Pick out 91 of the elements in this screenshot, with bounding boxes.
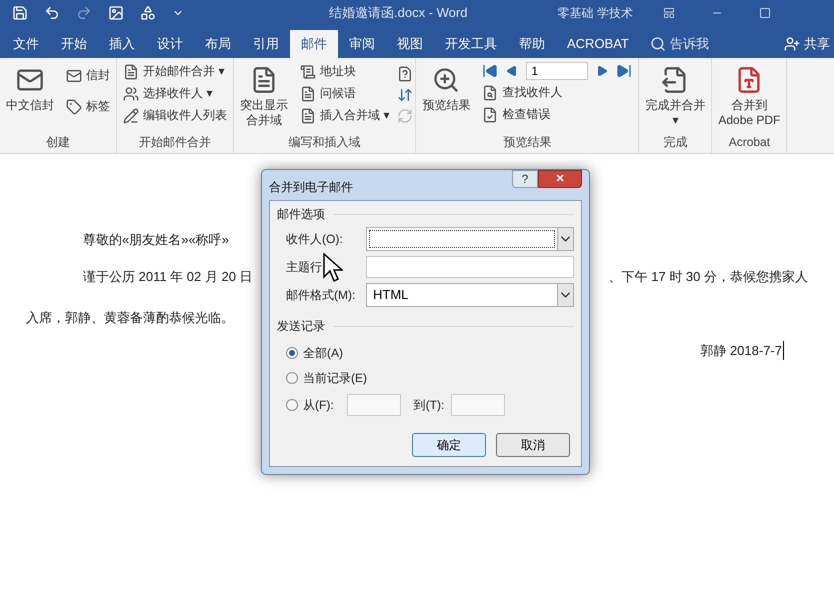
previous-record-icon[interactable] xyxy=(506,65,518,77)
ribbon-tab[interactable]: 布局 xyxy=(194,30,242,58)
ribbon-button[interactable]: 问候语 xyxy=(296,84,394,103)
next-record-icon[interactable] xyxy=(596,65,608,77)
ribbon-button[interactable]: 查找收件人 xyxy=(478,83,636,102)
ribbon-button[interactable]: 信封 xyxy=(62,66,114,85)
document-text: 谨于公历 2011 年 02 月 20 日 xyxy=(83,268,253,286)
field-label: 收件人(O): xyxy=(286,232,343,246)
ribbon-button[interactable]: 检查错误 xyxy=(478,105,636,124)
magnifier-icon xyxy=(432,66,460,94)
radio-button[interactable] xyxy=(286,399,298,411)
first-record-icon[interactable] xyxy=(482,63,498,79)
input-field[interactable] xyxy=(451,394,506,416)
envelope-icon xyxy=(66,68,82,84)
save-icon[interactable] xyxy=(12,5,28,21)
field-label: 邮件格式(M): xyxy=(286,288,356,302)
dropdown-field[interactable] xyxy=(366,227,574,251)
group-label: 编写和插入域 xyxy=(288,134,362,151)
check-document-icon xyxy=(482,106,498,122)
ribbon-button[interactable]: 预览结果 xyxy=(418,62,474,113)
radio-button[interactable] xyxy=(286,372,298,384)
document-text: 郭静 2018-7-7 xyxy=(700,340,784,360)
group-label: 开始邮件合并 xyxy=(138,134,212,151)
ribbon-button[interactable]: 开始邮件合并 ▾ xyxy=(119,62,231,81)
search-icon xyxy=(650,36,666,52)
mouse-pointer-icon xyxy=(323,253,343,283)
radio-label: 全部(A) xyxy=(303,345,343,362)
dialog-title: 合并到电子邮件 xyxy=(269,179,353,196)
document-text: 入席，郭静、黄蓉备薄酌恭候光临。 xyxy=(26,309,234,327)
input-field[interactable] xyxy=(366,256,574,278)
field-label: 到(T): xyxy=(414,397,444,414)
ribbon-tab[interactable]: 插入 xyxy=(98,30,146,58)
ribbon-tab[interactable]: 开始 xyxy=(50,30,98,58)
maximize-icon[interactable] xyxy=(758,7,771,19)
dialog-button[interactable]: 取消 xyxy=(496,433,570,457)
picture-icon[interactable] xyxy=(108,5,124,21)
shapes-icon[interactable] xyxy=(140,5,156,21)
dialog-button[interactable]: 确定 xyxy=(412,433,486,457)
radio-button[interactable] xyxy=(286,347,298,359)
dropdown-field[interactable]: HTML xyxy=(366,283,574,307)
document-icon xyxy=(300,64,316,80)
help-button[interactable]: ? xyxy=(512,170,538,188)
ribbon-button[interactable]: 中文信封 xyxy=(2,62,58,113)
ribbon-button[interactable]: 编辑收件人列表 xyxy=(119,106,231,125)
ribbon-button[interactable]: 完成并合并 ▾ xyxy=(641,62,710,128)
user-name: 零基础 学技术 xyxy=(557,5,633,22)
label-icon xyxy=(66,98,82,114)
group-label: 创建 xyxy=(45,134,71,151)
document-icon xyxy=(300,86,316,102)
group-label: 预览结果 xyxy=(502,134,552,151)
ribbon-button[interactable]: 标签 xyxy=(62,97,114,116)
close-button[interactable]: ✕ xyxy=(538,170,582,188)
person-icon xyxy=(784,36,800,52)
group-label: 完成 xyxy=(662,134,688,151)
match-fields-icon[interactable] xyxy=(397,87,414,103)
ribbon-display-icon[interactable] xyxy=(662,7,675,19)
ribbon-tab[interactable]: 帮助 xyxy=(508,30,556,58)
ribbon-button[interactable]: 地址块 xyxy=(296,62,394,81)
search-document-icon xyxy=(482,84,498,100)
ribbon-button[interactable]: 合并到 Adobe PDF xyxy=(714,62,784,128)
document-text: 、下午 17 时 30 分，恭候您携家人 xyxy=(608,268,808,286)
rule-icon[interactable] xyxy=(397,66,414,82)
section-label: 邮件选项 xyxy=(277,206,325,223)
ribbon-tab[interactable]: 视图 xyxy=(386,30,434,58)
last-record-icon[interactable] xyxy=(616,63,632,79)
ribbon-button[interactable]: 插入合并域 ▾ xyxy=(296,106,394,125)
ribbon-tab[interactable]: 设计 xyxy=(146,30,194,58)
tell-me-button[interactable]: 告诉我 xyxy=(646,30,713,58)
ribbon-tab[interactable]: 审阅 xyxy=(338,30,386,58)
people-icon xyxy=(123,86,139,102)
group-label: Acrobat xyxy=(728,134,772,151)
ribbon-tab[interactable]: 邮件 xyxy=(290,30,338,58)
window-title: 结婚邀请函.docx - Word xyxy=(329,4,468,22)
radio-label: 从(F): xyxy=(303,397,334,414)
input-field[interactable] xyxy=(346,394,401,416)
record-field[interactable]: 1 xyxy=(526,62,588,80)
radio-label: 当前记录(E) xyxy=(303,370,367,387)
field-label: 主题行 xyxy=(286,260,322,274)
ribbon-tab[interactable]: 引用 xyxy=(242,30,290,58)
document-icon xyxy=(123,64,139,80)
ribbon-tab[interactable]: 文件 xyxy=(2,30,50,58)
section-label: 发送记录 xyxy=(277,318,325,335)
share-button[interactable]: 共享 xyxy=(784,30,834,58)
ribbon-tab[interactable]: 开发工具 xyxy=(434,30,508,58)
edit-list-icon xyxy=(123,108,139,124)
ribbon-tab[interactable]: ACROBAT xyxy=(556,30,640,58)
ribbon-button[interactable]: 突出显示合并域 xyxy=(236,62,292,128)
document-icon xyxy=(300,108,316,124)
document-text: 尊敬的«朋友姓名»«称呼» xyxy=(83,231,229,249)
undo-icon[interactable] xyxy=(44,5,60,21)
ribbon-button[interactable]: 选择收件人 ▾ xyxy=(119,84,231,103)
